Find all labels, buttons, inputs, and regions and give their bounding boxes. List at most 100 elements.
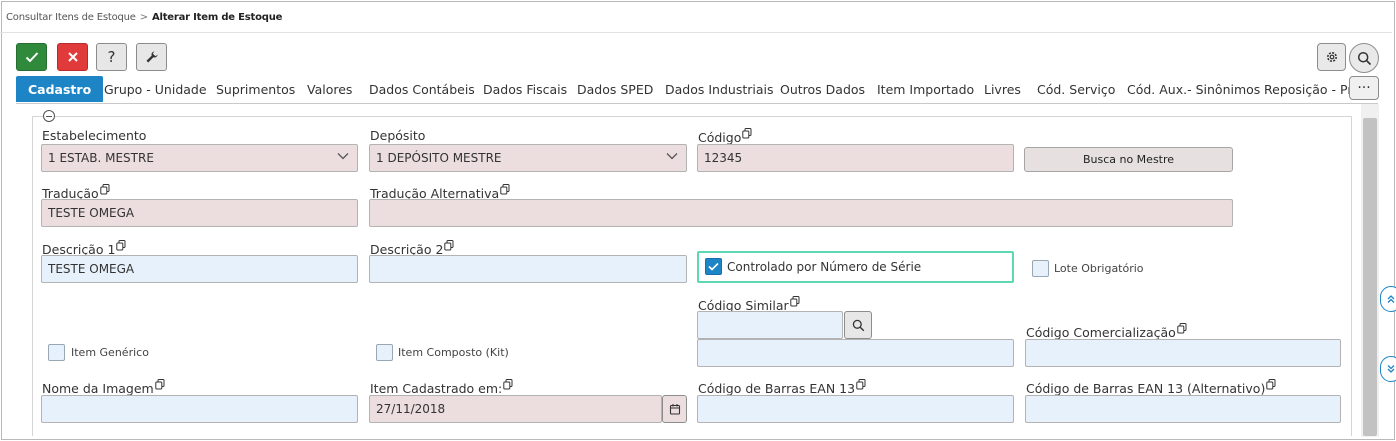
codigo-similar-field[interactable] xyxy=(697,311,843,339)
estabelecimento-select[interactable]: 1 ESTAB. MESTRE xyxy=(41,144,358,172)
label-codigo-text: Código xyxy=(698,130,742,145)
lote-obrigatorio-checkbox[interactable] xyxy=(1032,260,1049,277)
tab-valores[interactable]: Valores xyxy=(307,76,352,102)
header-divider xyxy=(0,32,1392,33)
copy-icon[interactable] xyxy=(99,184,110,195)
label-nome-imagem: Nome da Imagem xyxy=(42,379,165,396)
item-composto-label: Item Composto (Kit) xyxy=(398,346,509,359)
double-chevron-up-icon xyxy=(1387,295,1395,303)
wrench-icon xyxy=(146,51,158,63)
tab-livres[interactable]: Livres xyxy=(984,76,1021,102)
search-icon xyxy=(852,319,864,331)
breadcrumb-parent-link[interactable]: Consultar Itens de Estoque xyxy=(6,12,136,23)
tab-dados-contabeis[interactable]: Dados Contábeis xyxy=(369,76,475,102)
tab-dados-industriais[interactable]: Dados Industriais xyxy=(665,76,774,102)
nome-imagem-field[interactable] xyxy=(41,395,358,423)
scroll-up-button[interactable] xyxy=(1380,286,1396,312)
collapse-icon[interactable] xyxy=(43,110,55,122)
item-generico-label: Item Genérico xyxy=(71,346,149,359)
traducao-value: TESTE OMEGA xyxy=(48,206,135,220)
settings-button[interactable] xyxy=(1317,43,1346,71)
close-icon xyxy=(67,52,78,62)
breadcrumb: Consultar Itens de Estoque > Alterar Item … xyxy=(6,12,282,23)
check-icon xyxy=(25,52,38,63)
tools-button[interactable] xyxy=(136,43,167,71)
copy-icon[interactable] xyxy=(856,379,866,390)
traducao-alternativa-field[interactable] xyxy=(369,199,1233,227)
check-icon xyxy=(708,262,719,271)
label-codigo-comercializacao-text: Código Comercialização xyxy=(1026,325,1176,340)
copy-icon[interactable] xyxy=(1177,323,1187,334)
label-ean13-alternativo: Código de Barras EAN 13 (Alternativo) xyxy=(1026,379,1276,396)
tab-cod-servico[interactable]: Cód. Serviço xyxy=(1037,76,1115,102)
label-ean13-alternativo-text: Código de Barras EAN 13 (Alternativo) xyxy=(1026,381,1266,396)
chevron-down-icon xyxy=(666,153,678,160)
calendar-icon xyxy=(669,404,680,415)
tab-bar: Cadastro Grupo - Unidade Suprimentos Val… xyxy=(16,76,1352,104)
scrollbar-thumb[interactable] xyxy=(1363,118,1377,436)
label-item-cadastrado: Item Cadastrado em: xyxy=(370,379,513,396)
label-nome-imagem-text: Nome da Imagem xyxy=(42,381,154,396)
double-chevron-down-icon xyxy=(1387,365,1395,373)
tab-dados-sped[interactable]: Dados SPED xyxy=(577,76,653,102)
item-cadastrado-value: 27/11/2018 xyxy=(376,402,446,416)
codigo-comercializacao-field[interactable] xyxy=(1025,339,1341,367)
label-deposito: Depósito xyxy=(370,128,426,143)
label-ean13-text: Código de Barras EAN 13 xyxy=(698,381,856,396)
descricao-1-value: TESTE OMEGA xyxy=(48,262,135,276)
copy-icon[interactable] xyxy=(444,240,454,251)
label-item-cadastrado-text: Item Cadastrado em: xyxy=(370,381,503,396)
tab-reposicao-preco[interactable]: Reposição - Preço xyxy=(1264,76,1352,102)
tab-grupo-unidade[interactable]: Grupo - Unidade xyxy=(104,76,207,102)
breadcrumb-separator: > xyxy=(139,12,148,23)
more-icon: ··· xyxy=(1357,80,1371,96)
descricao-2-field[interactable] xyxy=(369,255,687,283)
deposito-value: 1 DEPÓSITO MESTRE xyxy=(376,151,502,165)
more-tabs-button[interactable]: ··· xyxy=(1349,76,1379,100)
traducao-field[interactable]: TESTE OMEGA xyxy=(41,199,358,227)
label-ean13: Código de Barras EAN 13 xyxy=(698,379,866,396)
tab-divider xyxy=(16,103,1378,104)
item-cadastrado-field[interactable]: 27/11/2018 xyxy=(369,395,662,423)
copy-icon[interactable] xyxy=(500,184,510,195)
estabelecimento-value: 1 ESTAB. MESTRE xyxy=(48,151,154,165)
deposito-select[interactable]: 1 DEPÓSITO MESTRE xyxy=(369,144,687,172)
descricao-1-field[interactable]: TESTE OMEGA xyxy=(41,255,358,283)
codigo-field[interactable]: 12345 xyxy=(697,144,1014,172)
tab-cadastro[interactable]: Cadastro xyxy=(16,76,104,102)
help-button[interactable]: ? xyxy=(96,43,127,71)
breadcrumb-current: Alterar Item de Estoque xyxy=(151,12,283,23)
cancel-button[interactable] xyxy=(57,43,88,71)
label-codigo-comercializacao: Código Comercialização xyxy=(1026,323,1187,340)
label-estabelecimento: Estabelecimento xyxy=(42,128,147,143)
tab-dados-fiscais[interactable]: Dados Fiscais xyxy=(483,76,567,102)
copy-icon[interactable] xyxy=(742,128,752,139)
confirm-button[interactable] xyxy=(16,43,47,71)
chevron-down-icon xyxy=(337,153,349,160)
controlado-serie-checkbox[interactable] xyxy=(705,258,722,275)
copy-icon[interactable] xyxy=(116,240,126,251)
copy-icon[interactable] xyxy=(1266,379,1276,390)
item-generico-checkbox[interactable] xyxy=(48,344,65,361)
tab-suprimentos[interactable]: Suprimentos xyxy=(216,76,295,102)
lote-obrigatorio-label: Lote Obrigatório xyxy=(1054,262,1144,275)
controlado-serie-label: Controlado por Número de Série xyxy=(727,260,922,274)
copy-icon[interactable] xyxy=(503,379,513,390)
copy-icon[interactable] xyxy=(789,296,800,307)
search-icon xyxy=(1357,51,1371,65)
tab-outros-dados[interactable]: Outros Dados xyxy=(780,76,865,102)
tab-item-importado[interactable]: Item Importado xyxy=(877,76,974,102)
item-composto-checkbox[interactable] xyxy=(376,344,393,361)
codigo-similar-search-button[interactable] xyxy=(844,311,872,339)
ean13-field[interactable] xyxy=(697,395,1014,423)
busca-mestre-button[interactable]: Busca no Mestre xyxy=(1024,147,1233,172)
scroll-down-button[interactable] xyxy=(1380,356,1396,382)
codigo-value: 12345 xyxy=(704,151,743,165)
label-codigo: Código xyxy=(698,128,752,145)
codigo-similar-extra-field[interactable] xyxy=(697,339,1014,367)
ean13-alternativo-field[interactable] xyxy=(1025,395,1341,423)
global-search-button[interactable] xyxy=(1349,43,1379,73)
tab-cod-aux-sinonimos[interactable]: Cód. Aux.- Sinônimos xyxy=(1127,76,1260,102)
copy-icon[interactable] xyxy=(155,379,165,390)
date-picker-button[interactable] xyxy=(662,395,687,423)
